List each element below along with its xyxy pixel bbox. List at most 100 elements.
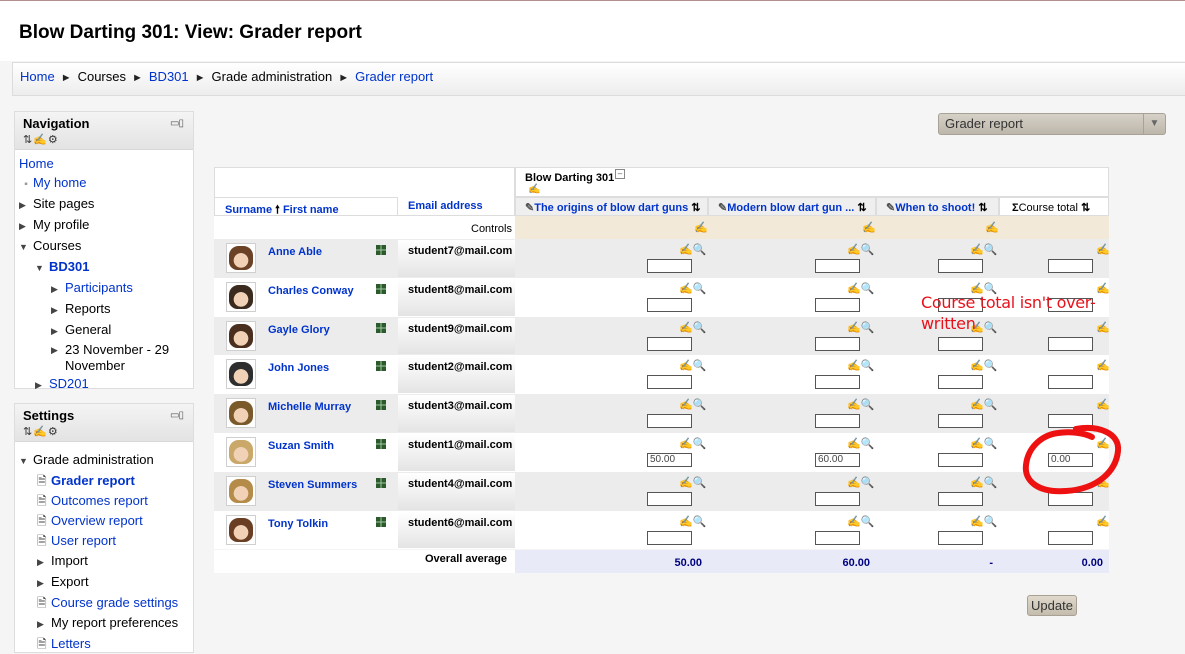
user-grades-icon[interactable] — [376, 516, 386, 527]
item-link-1[interactable]: ✎The origins of blow dart guns ⇅ — [525, 201, 701, 214]
grade-input[interactable] — [815, 491, 860, 506]
settings-item-overview-report[interactable]: 🗎 Overview report — [19, 511, 193, 531]
grade-input[interactable] — [815, 336, 860, 351]
user-grades-icon[interactable] — [376, 283, 386, 294]
grade-input[interactable] — [647, 530, 692, 545]
report-type-select[interactable]: Grader report ▼ — [938, 113, 1166, 135]
edit-icon[interactable]: ✍ — [1096, 398, 1110, 411]
grade-input[interactable] — [938, 530, 983, 545]
settings-item-course-grade-settings[interactable]: 🗎 Course grade settings — [19, 593, 193, 613]
grade-input[interactable] — [647, 414, 692, 429]
grade-input[interactable] — [938, 375, 983, 390]
grade-input[interactable] — [1048, 336, 1093, 351]
student-name-link[interactable]: Suzan Smith — [268, 440, 334, 452]
edit-icon[interactable]: ✍ — [1096, 359, 1110, 372]
user-grades-icon[interactable] — [376, 322, 386, 333]
breadcrumb-bd301[interactable]: BD301 — [149, 69, 189, 84]
edit-analyse-icons[interactable]: ✍🔍 — [679, 321, 706, 334]
edit-analyse-icons[interactable]: ✍🔍 — [970, 359, 997, 372]
grade-input[interactable] — [938, 453, 983, 467]
settings-item-export[interactable]: ▶ Export — [19, 572, 193, 593]
item-link-2[interactable]: ✎Modern blow dart gun ... ⇅ — [718, 201, 867, 214]
edit-analyse-icons[interactable]: ✍🔍 — [679, 282, 706, 295]
edit-icon[interactable]: ✍ — [1096, 515, 1110, 528]
edit-icon[interactable]: ✍ — [985, 221, 999, 234]
nav-item-my-profile[interactable]: ▶ My profile — [19, 215, 193, 236]
grade-input[interactable] — [815, 530, 860, 545]
edit-analyse-icons[interactable]: ✍🔍 — [679, 437, 706, 450]
settings-item-my-report-preferences[interactable]: ▶ My report preferences — [19, 613, 193, 634]
nav-item-courses[interactable]: ▼ Courses — [19, 236, 193, 257]
avatar[interactable] — [226, 359, 256, 390]
grade-input[interactable]: 50.00 — [647, 453, 692, 467]
edit-analyse-icons[interactable]: ✍🔍 — [679, 476, 706, 489]
user-grades-icon[interactable] — [376, 439, 386, 449]
grade-input[interactable] — [1048, 530, 1093, 545]
avatar[interactable] — [226, 243, 256, 273]
edit-analyse-icons[interactable]: ✍🔍 — [847, 437, 874, 450]
avatar[interactable] — [226, 514, 256, 545]
nav-item-participants[interactable]: ▶ Participants — [19, 278, 193, 299]
breadcrumb-grader-report[interactable]: Grader report — [355, 69, 433, 84]
block-action-icons[interactable]: ⇅✍⚙ — [23, 425, 185, 438]
avatar[interactable] — [226, 398, 256, 429]
settings-item-user-report[interactable]: 🗎 User report — [19, 531, 193, 551]
edit-analyse-icons[interactable]: ✍🔍 — [970, 515, 997, 528]
user-grades-icon[interactable] — [376, 361, 386, 372]
grade-input[interactable] — [647, 491, 692, 506]
settings-item-grader-report[interactable]: 🗎 Grader report — [19, 471, 193, 491]
avatar[interactable] — [226, 475, 256, 506]
block-action-icons[interactable]: ⇅✍⚙ — [23, 133, 185, 146]
edit-analyse-icons[interactable]: ✍🔍 — [847, 476, 874, 489]
edit-analyse-icons[interactable]: ✍🔍 — [679, 398, 706, 411]
user-grades-icon[interactable] — [376, 400, 386, 411]
grade-input[interactable] — [938, 336, 983, 351]
grade-input[interactable] — [938, 259, 983, 273]
nav-item-my-home[interactable]: ▪ My home — [19, 173, 193, 194]
grade-input[interactable] — [647, 375, 692, 390]
student-name-link[interactable]: John Jones — [268, 362, 329, 374]
grade-input[interactable] — [815, 259, 860, 273]
edit-analyse-icons[interactable]: ✍🔍 — [970, 437, 997, 450]
grade-input[interactable] — [938, 414, 983, 429]
nav-item-reports[interactable]: ▶ Reports — [19, 299, 193, 320]
edit-analyse-icons[interactable]: ✍🔍 — [679, 359, 706, 372]
dock-block-icon[interactable]: ▭▯ — [170, 118, 184, 129]
edit-analyse-icons[interactable]: ✍🔍 — [970, 243, 997, 256]
edit-analyse-icons[interactable]: ✍🔍 — [847, 515, 874, 528]
edit-category-icon[interactable]: ✍ — [528, 184, 540, 195]
collapse-category-icon[interactable]: – — [615, 169, 625, 179]
grade-input[interactable] — [647, 259, 692, 273]
nav-item-general[interactable]: ▶ General — [19, 320, 193, 341]
student-name-link[interactable]: Anne Able — [268, 246, 322, 258]
breadcrumb-home[interactable]: Home — [20, 69, 55, 84]
edit-icon[interactable]: ✍ — [862, 221, 876, 234]
update-button[interactable]: Update — [1027, 595, 1077, 616]
settings-item-grade-administration[interactable]: ▼ Grade administration — [19, 450, 193, 471]
edit-analyse-icons[interactable]: ✍🔍 — [847, 398, 874, 411]
dock-block-icon[interactable]: ▭▯ — [170, 410, 184, 421]
student-name-link[interactable]: Steven Summers — [268, 479, 357, 491]
edit-analyse-icons[interactable]: ✍🔍 — [847, 243, 874, 256]
edit-analyse-icons[interactable]: ✍🔍 — [679, 243, 706, 256]
course-total-header[interactable]: ΣCourse total ⇅ — [1012, 201, 1090, 214]
student-name-link[interactable]: Charles Conway — [268, 285, 354, 297]
avatar[interactable] — [226, 281, 256, 312]
student-name-link[interactable]: Michelle Murray — [268, 401, 351, 413]
grade-input[interactable] — [647, 297, 692, 312]
grade-input[interactable] — [815, 414, 860, 429]
grade-input[interactable]: 60.00 — [815, 453, 860, 467]
edit-icon[interactable]: ✍ — [694, 221, 708, 234]
edit-analyse-icons[interactable]: ✍🔍 — [847, 321, 874, 334]
grade-input[interactable] — [815, 297, 860, 312]
settings-item-import[interactable]: ▶ Import — [19, 551, 193, 572]
edit-analyse-icons[interactable]: ✍🔍 — [847, 282, 874, 295]
edit-icon[interactable]: ✍ — [1096, 243, 1110, 256]
user-grades-icon[interactable] — [376, 245, 386, 255]
edit-analyse-icons[interactable]: ✍🔍 — [970, 398, 997, 411]
edit-analyse-icons[interactable]: ✍🔍 — [847, 359, 874, 372]
item-link-3[interactable]: ✎When to shoot! ⇅ — [886, 201, 988, 214]
grade-input[interactable] — [1048, 375, 1093, 390]
nav-item-site-pages[interactable]: ▶ Site pages — [19, 194, 193, 215]
settings-item-letters[interactable]: 🗎 Letters — [19, 634, 193, 654]
